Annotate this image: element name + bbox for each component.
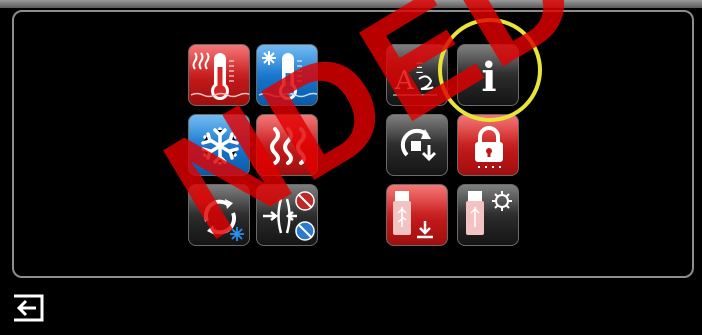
heat-cool-cycle-icon — [197, 190, 244, 241]
reset-icon — [400, 128, 437, 162]
info-tile[interactable]: i — [457, 44, 519, 106]
freeze-mode-tile[interactable] — [188, 114, 250, 176]
back-button[interactable] — [10, 292, 46, 324]
back-arrow-icon — [14, 294, 44, 322]
cycle-mode-tile[interactable] — [188, 184, 250, 246]
thermometer-cold-icon — [258, 51, 317, 100]
usb-download-icon — [393, 191, 433, 239]
language-icon: A Ξ — [393, 61, 437, 96]
info-glyph: i — [481, 54, 496, 101]
top-bar — [0, 0, 702, 8]
heating-probe-tile[interactable] — [188, 44, 250, 106]
usb-download-tile[interactable] — [386, 184, 448, 246]
compress-off-icon — [263, 191, 315, 241]
thermometer-heat-icon — [190, 52, 249, 100]
lock-icon — [475, 126, 503, 168]
info-icon: i — [481, 54, 496, 101]
defrost-off-tile[interactable] — [256, 184, 318, 246]
lock-tile[interactable] — [457, 114, 519, 176]
snowflake-icon — [201, 127, 239, 165]
heat-mode-tile[interactable] — [256, 114, 318, 176]
usb-settings-icon — [466, 191, 512, 235]
usb-settings-tile[interactable] — [457, 184, 519, 246]
factory-reset-tile[interactable] — [386, 114, 448, 176]
heat-waves-icon — [270, 127, 306, 165]
cooling-probe-tile[interactable] — [256, 44, 318, 106]
language-tile[interactable]: A Ξ — [386, 44, 448, 106]
main-menu-panel — [12, 10, 694, 278]
svg-text:A: A — [394, 66, 415, 96]
svg-text:Ξ: Ξ — [415, 61, 424, 77]
